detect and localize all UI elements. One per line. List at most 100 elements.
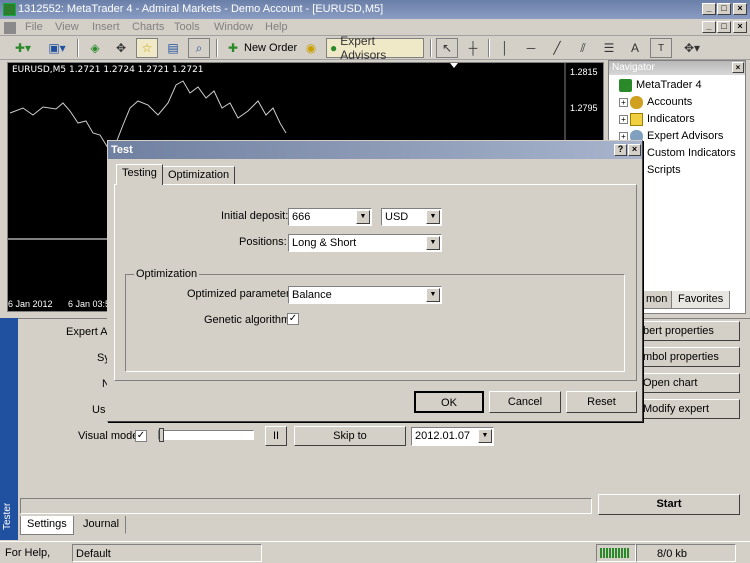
dialog-close-button[interactable]: × — [628, 144, 641, 156]
tab-testing[interactable]: Testing — [116, 164, 163, 185]
child-restore-button[interactable]: □ — [717, 21, 731, 33]
expand-icon[interactable]: + — [619, 97, 628, 107]
new-chart-icon[interactable]: ✚▾ — [12, 38, 34, 58]
fibonacci-icon[interactable]: ☰ — [598, 38, 620, 58]
toolbar-separator — [430, 39, 432, 57]
metatrader-icon — [619, 78, 632, 92]
use-date-label: Us — [92, 404, 106, 416]
chevron-down-icon[interactable]: ▼ — [478, 429, 492, 443]
menu-window[interactable]: Window — [214, 21, 253, 33]
start-button[interactable]: Start — [598, 494, 740, 515]
close-button[interactable]: × — [733, 3, 747, 15]
cancel-button[interactable]: Cancel — [489, 391, 561, 413]
expand-icon[interactable]: + — [619, 114, 628, 124]
toolbar-separator — [77, 39, 79, 57]
visual-speed-slider[interactable] — [158, 428, 254, 442]
tab-journal[interactable]: Journal — [76, 516, 127, 534]
price-label: 1.2815 — [570, 67, 598, 77]
profiles-icon[interactable]: ▣▾ — [46, 38, 68, 58]
tester-side-tab[interactable]: Tester — [0, 318, 18, 540]
visual-mode-label: Visual mode — [78, 430, 139, 442]
menu-charts[interactable]: Charts — [132, 21, 164, 33]
dialog-title-bar: Test ? × — [108, 141, 642, 159]
toolbar-separator — [216, 39, 218, 57]
initial-deposit-label: Initial deposit: — [221, 210, 289, 222]
new-order-icon[interactable]: ✚ — [222, 38, 244, 58]
maximize-button[interactable]: □ — [717, 3, 731, 15]
skip-to-button[interactable]: Skip to — [294, 426, 406, 446]
menu-help[interactable]: Help — [265, 21, 288, 33]
tester-icon[interactable]: ⌕ — [188, 38, 210, 58]
optimized-parameter-select[interactable]: Balance ▼ — [288, 286, 442, 304]
nav-indicators[interactable]: + Indicators — [619, 111, 695, 128]
menu-insert[interactable]: Insert — [92, 21, 120, 33]
expert-advisors-button[interactable]: ● Expert Advisors — [326, 34, 424, 62]
trendline-icon[interactable]: ╱ — [546, 38, 568, 58]
chevron-down-icon[interactable]: ▼ — [426, 210, 440, 224]
accounts-icon — [630, 95, 643, 109]
chevron-down-icon[interactable]: ▼ — [426, 236, 440, 250]
toolbar-separator — [488, 39, 490, 57]
cursor-icon[interactable]: ↖ — [436, 38, 458, 58]
navigator-header: Navigator — [609, 61, 745, 75]
navigator-tab-common[interactable]: mon — [639, 291, 675, 309]
app-icon — [3, 3, 16, 16]
chevron-down-icon[interactable]: ▼ — [426, 288, 440, 302]
minimize-button[interactable]: _ — [702, 3, 716, 15]
test-dialog: Test ? × Testing Optimization Initial de… — [107, 140, 643, 422]
testing-tab-panel: Initial deposit: 666 ▼ USD ▼ Positions: … — [114, 184, 637, 381]
positions-label: Positions: — [239, 236, 287, 248]
navigator-tab-favorites[interactable]: Favorites — [671, 291, 731, 309]
symbol-properties-button[interactable]: mbol properties — [628, 347, 740, 367]
market-watch-icon[interactable]: ◈ — [84, 38, 106, 58]
new-order-button[interactable]: New Order — [244, 38, 297, 58]
nav-root[interactable]: MetaTrader 4 — [619, 77, 702, 94]
indicators-icon — [630, 112, 643, 126]
genetic-algorithm-checkbox[interactable]: ✓ — [287, 313, 299, 325]
navigator-close-button[interactable]: × — [732, 62, 744, 73]
data-window-icon[interactable]: ✥ — [110, 38, 132, 58]
menu-file[interactable]: File — [25, 21, 43, 33]
menu-view[interactable]: View — [55, 21, 79, 33]
positions-select[interactable]: Long & Short ▼ — [288, 234, 442, 252]
equidistant-channel-icon[interactable]: ⫽ — [572, 38, 594, 58]
initial-deposit-combo[interactable]: 666 ▼ — [288, 208, 372, 226]
child-close-button[interactable]: × — [733, 21, 747, 33]
expert-properties-button[interactable]: bert properties — [628, 321, 740, 341]
crosshair-icon[interactable]: ┼ — [462, 38, 484, 58]
expert-advisors-icon: ● — [330, 41, 338, 55]
optimized-parameter-label: Optimized parameter: — [187, 288, 293, 300]
text-icon[interactable]: A — [624, 38, 646, 58]
metaeditor-icon[interactable]: ◉ — [300, 38, 322, 58]
time-label: 6 Jan 03:5 — [68, 299, 111, 309]
terminal-icon[interactable]: ▤ — [162, 38, 184, 58]
time-label: 6 Jan 2012 — [8, 299, 53, 309]
pause-button[interactable]: II — [265, 426, 287, 446]
tab-settings[interactable]: Settings — [20, 516, 74, 535]
horizontal-line-icon[interactable]: ─ — [520, 38, 542, 58]
slider-thumb[interactable] — [159, 428, 164, 442]
visual-mode-checkbox[interactable]: ✓ — [135, 430, 147, 442]
tab-optimization[interactable]: Optimization — [162, 166, 236, 185]
chart-shift-marker — [450, 63, 458, 68]
window-title: 1312552: MetaTrader 4 - Admiral Markets … — [18, 3, 384, 15]
ok-button[interactable]: OK — [414, 391, 484, 413]
modify-expert-button[interactable]: Modify expert — [628, 399, 740, 419]
skip-date-picker[interactable]: 2012.01.07 ▼ — [411, 427, 494, 446]
status-profile: Default — [72, 544, 262, 562]
vertical-line-icon[interactable]: │ — [494, 38, 516, 58]
toolbar: ✚▾ ▣▾ ◈ ✥ ☆ ▤ ⌕ ✚ New Order ◉ ● Expert A… — [0, 34, 750, 62]
open-chart-button[interactable]: Open chart — [628, 373, 740, 393]
optimization-group-label: Optimization — [134, 268, 200, 280]
menu-tools[interactable]: Tools — [174, 21, 200, 33]
child-minimize-button[interactable]: _ — [702, 21, 716, 33]
text-label-icon[interactable]: T — [650, 38, 672, 58]
help-button[interactable]: ? — [614, 144, 627, 156]
reset-button[interactable]: Reset — [566, 391, 637, 413]
currency-combo[interactable]: USD ▼ — [381, 208, 442, 226]
arrows-icon[interactable]: ✥▾ — [678, 38, 706, 58]
status-bar: For Help, pres Default 8/0 kb — [0, 541, 750, 563]
nav-accounts[interactable]: + Accounts — [619, 94, 692, 111]
navigator-icon[interactable]: ☆ — [136, 38, 158, 58]
chevron-down-icon[interactable]: ▼ — [356, 210, 370, 224]
